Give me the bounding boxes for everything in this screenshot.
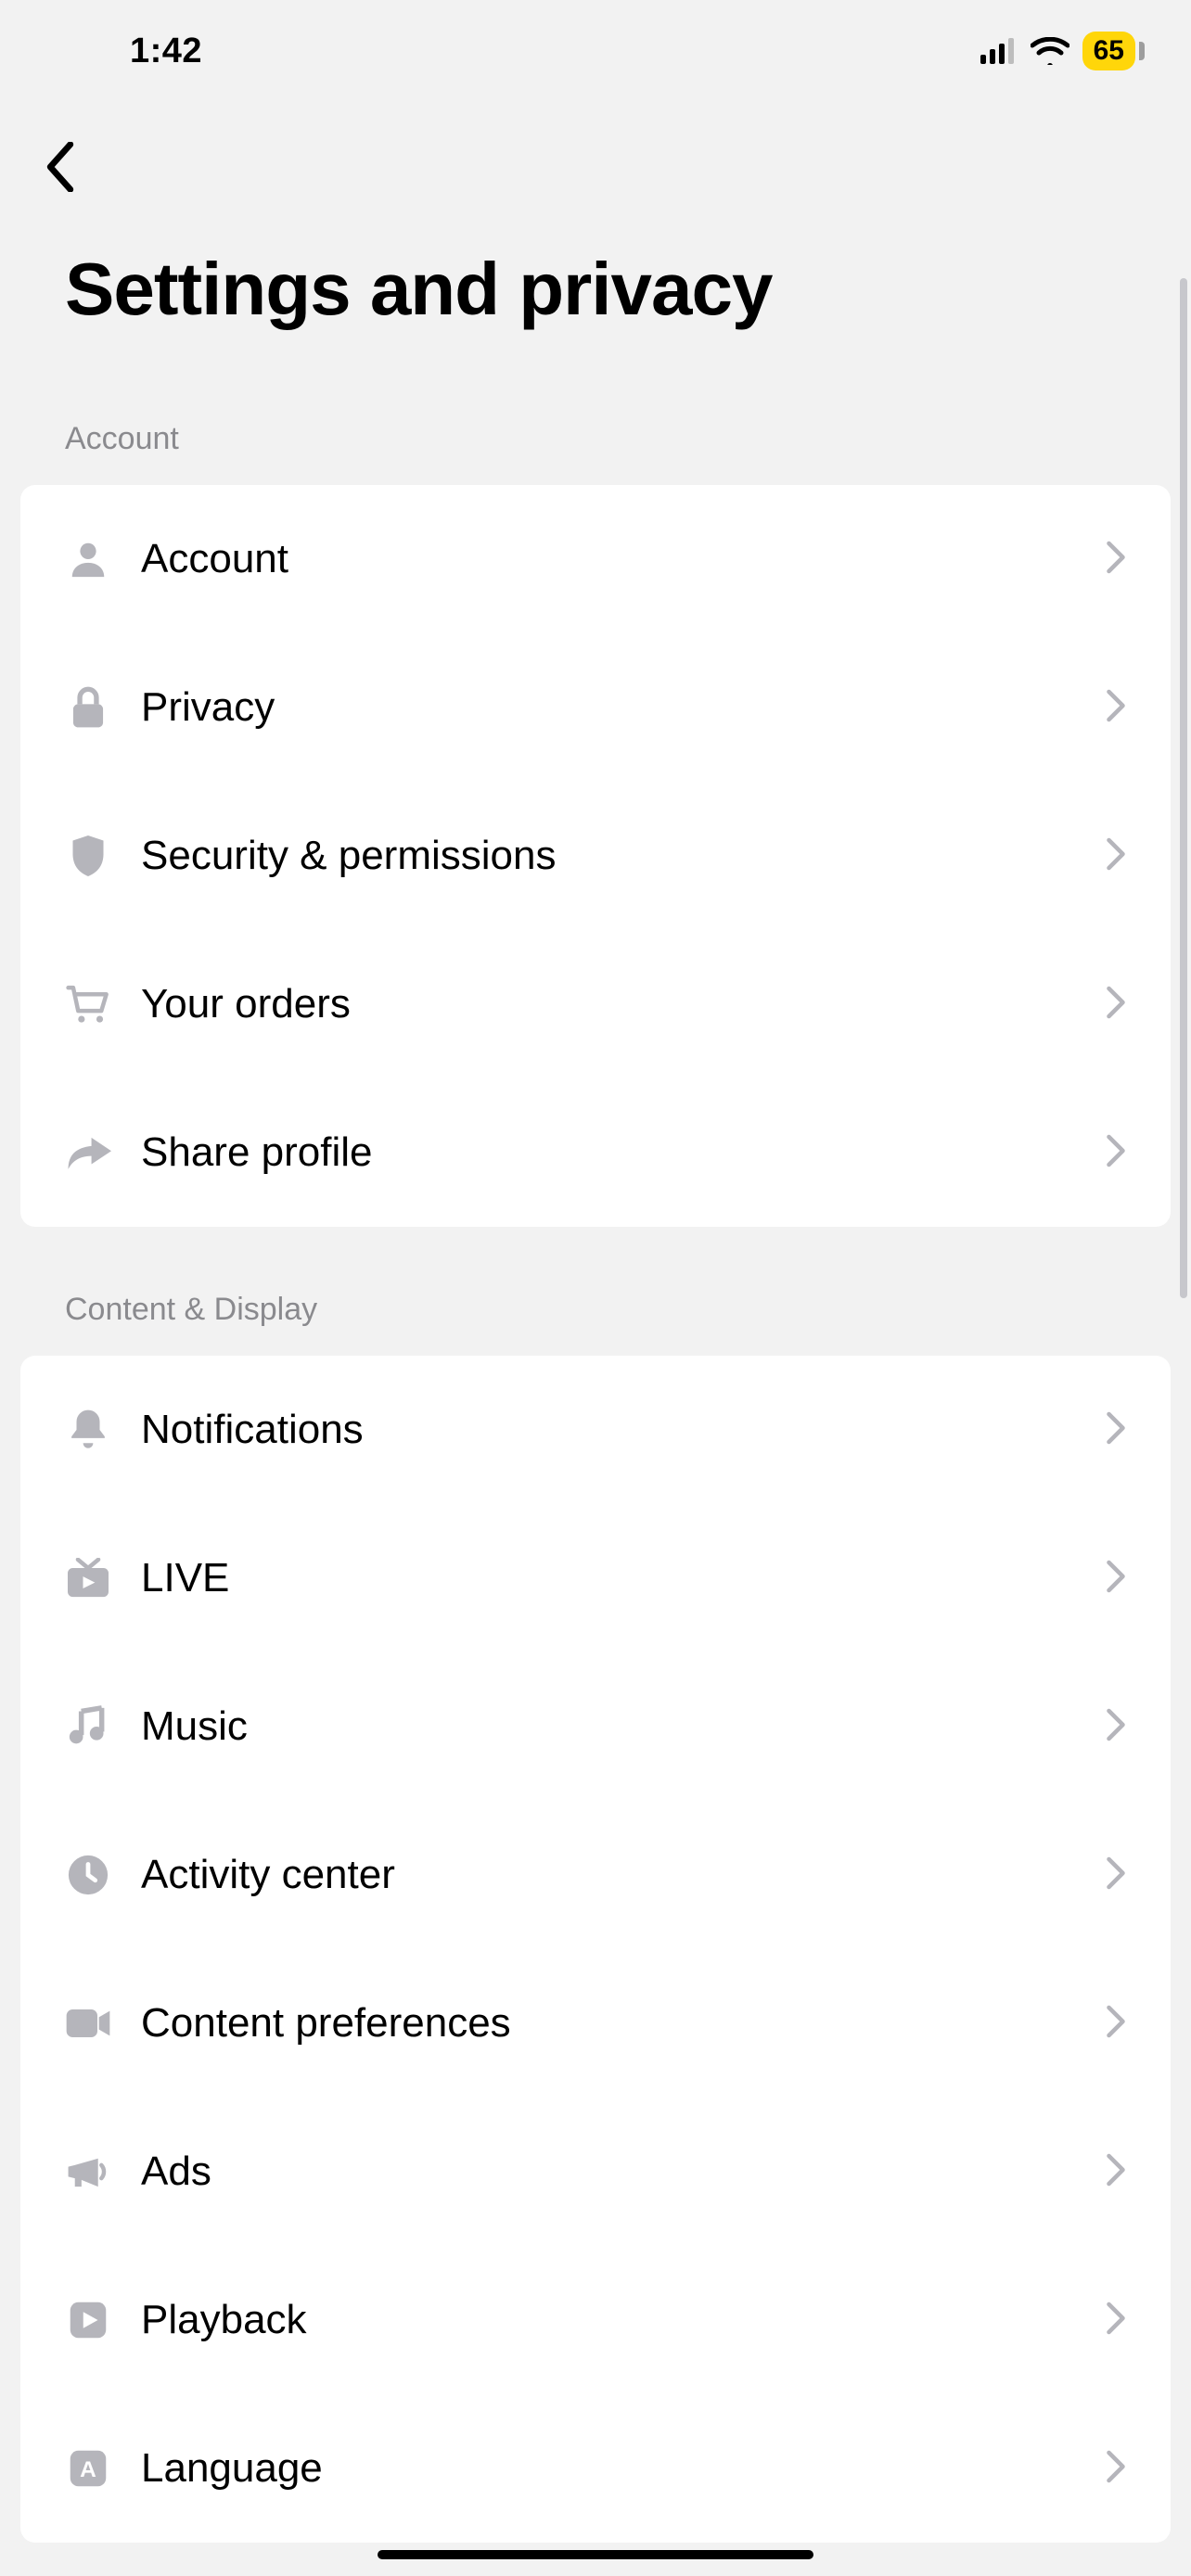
section-card-content-display: Notifications LIVE Music: [20, 1356, 1171, 2543]
home-indicator[interactable]: [378, 2550, 813, 2559]
row-label: Music: [141, 1703, 1076, 1750]
section-header-account: Account: [0, 356, 1191, 485]
scroll-indicator: [1180, 278, 1187, 1298]
row-label: Ads: [141, 2149, 1076, 2195]
row-label: Activity center: [141, 1852, 1076, 1898]
user-icon: [65, 538, 111, 580]
row-notifications[interactable]: Notifications: [20, 1356, 1171, 1504]
status-bar: 1:42 65: [0, 0, 1191, 102]
chevron-right-icon: [1106, 541, 1126, 579]
clock-icon: [65, 1854, 111, 1896]
row-label: Privacy: [141, 684, 1076, 731]
row-account[interactable]: Account: [20, 485, 1171, 633]
page-title: Settings and privacy: [0, 195, 1191, 356]
status-right-cluster: 65: [980, 32, 1145, 70]
chevron-right-icon: [1106, 1560, 1126, 1598]
chevron-right-icon: [1106, 689, 1126, 727]
chevron-right-icon: [1106, 2302, 1126, 2340]
cellular-signal-icon: [980, 38, 1018, 64]
chevron-right-icon: [1106, 1856, 1126, 1894]
video-icon: [65, 2006, 111, 2041]
megaphone-icon: [65, 2151, 111, 2192]
music-icon: [65, 1704, 111, 1749]
row-share-profile[interactable]: Share profile: [20, 1078, 1171, 1227]
row-label: Security & permissions: [141, 833, 1076, 879]
battery-percent: 65: [1094, 35, 1124, 67]
row-label: Notifications: [141, 1407, 1076, 1453]
row-content-preferences[interactable]: Content preferences: [20, 1949, 1171, 2098]
shield-icon: [65, 832, 111, 880]
section-card-account: Account Privacy Security & permissions: [20, 485, 1171, 1227]
row-label: LIVE: [141, 1555, 1076, 1601]
status-time: 1:42: [130, 32, 202, 71]
chevron-right-icon: [1106, 837, 1126, 875]
row-security-permissions[interactable]: Security & permissions: [20, 782, 1171, 930]
bell-icon: [65, 1407, 111, 1453]
chevron-right-icon: [1106, 1134, 1126, 1172]
row-label: Account: [141, 536, 1076, 582]
row-label: Your orders: [141, 981, 1076, 1027]
svg-text:A: A: [80, 2457, 96, 2482]
row-label: Playback: [141, 2297, 1076, 2343]
cart-icon: [65, 983, 111, 1026]
row-label: Share profile: [141, 1129, 1076, 1176]
chevron-left-icon: [45, 142, 76, 192]
battery-indicator: 65: [1082, 32, 1145, 70]
row-your-orders[interactable]: Your orders: [20, 930, 1171, 1078]
wifi-icon: [1031, 37, 1069, 65]
row-ads[interactable]: Ads: [20, 2098, 1171, 2246]
language-icon: A: [65, 2449, 111, 2488]
row-playback[interactable]: Playback: [20, 2246, 1171, 2394]
row-label: Content preferences: [141, 2000, 1076, 2047]
row-label: Language: [141, 2445, 1076, 2492]
chevron-right-icon: [1106, 1411, 1126, 1449]
lock-icon: [65, 684, 111, 731]
chevron-right-icon: [1106, 2450, 1126, 2488]
chevron-right-icon: [1106, 2153, 1126, 2191]
chevron-right-icon: [1106, 986, 1126, 1024]
share-icon: [65, 1132, 111, 1173]
row-language[interactable]: A Language: [20, 2394, 1171, 2543]
row-music[interactable]: Music: [20, 1652, 1171, 1801]
play-square-icon: [65, 2301, 111, 2340]
chevron-right-icon: [1106, 2005, 1126, 2043]
chevron-right-icon: [1106, 1708, 1126, 1746]
row-activity-center[interactable]: Activity center: [20, 1801, 1171, 1949]
back-button[interactable]: [45, 139, 100, 195]
section-header-content-display: Content & Display: [0, 1227, 1191, 1356]
row-live[interactable]: LIVE: [20, 1504, 1171, 1652]
tv-icon: [65, 1558, 111, 1599]
row-privacy[interactable]: Privacy: [20, 633, 1171, 782]
